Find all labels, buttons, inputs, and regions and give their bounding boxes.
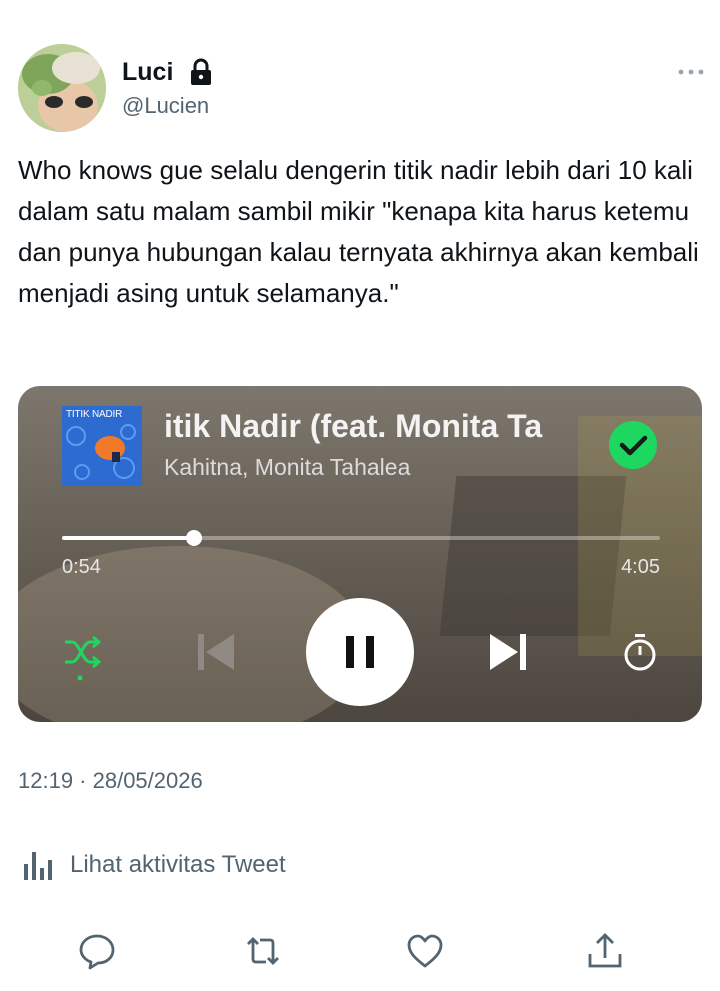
avatar-image (18, 44, 106, 132)
skip-next-icon[interactable] (486, 630, 530, 674)
avatar[interactable] (18, 44, 106, 132)
skip-previous-icon[interactable] (194, 630, 238, 674)
more-icon[interactable] (676, 62, 706, 82)
pause-icon (346, 636, 374, 668)
progress-fill (62, 536, 194, 540)
album-art-text: TITIK NADIR (66, 409, 123, 420)
share-icon[interactable] (586, 932, 624, 970)
tweet-text: Who knows gue selalu dengerin titik nadi… (18, 155, 699, 308)
progress-knob[interactable] (185, 530, 202, 546)
progress-bar[interactable] (62, 530, 660, 546)
shuffle-icon[interactable] (62, 632, 102, 682)
check-circle-icon[interactable] (608, 420, 658, 470)
display-name[interactable]: Luci (122, 58, 173, 87)
sleep-timer-icon[interactable] (620, 632, 660, 672)
view-tweet-activity-link[interactable]: Lihat aktivitas Tweet (70, 851, 286, 879)
tweet-timestamp[interactable]: 12:19 · 28/05/2026 (18, 768, 203, 794)
lock-icon (191, 58, 211, 85)
song-title[interactable]: itik Nadir (feat. Monita Ta (164, 408, 564, 445)
time-elapsed: 0:54 (62, 556, 101, 578)
pause-button[interactable] (306, 598, 414, 706)
user-handle[interactable]: @Lucien (122, 93, 209, 119)
song-artist[interactable]: Kahitna, Monita Tahalea (164, 454, 410, 481)
music-player-card[interactable]: TITIK NADIR itik Nadir (feat. Monita Ta … (18, 386, 702, 722)
album-art[interactable]: TITIK NADIR (62, 406, 142, 486)
retweet-icon[interactable] (244, 932, 282, 970)
analytics-icon[interactable] (22, 848, 56, 882)
heart-icon[interactable] (406, 932, 444, 970)
reply-icon[interactable] (78, 932, 116, 970)
time-total: 4:05 (621, 556, 660, 578)
